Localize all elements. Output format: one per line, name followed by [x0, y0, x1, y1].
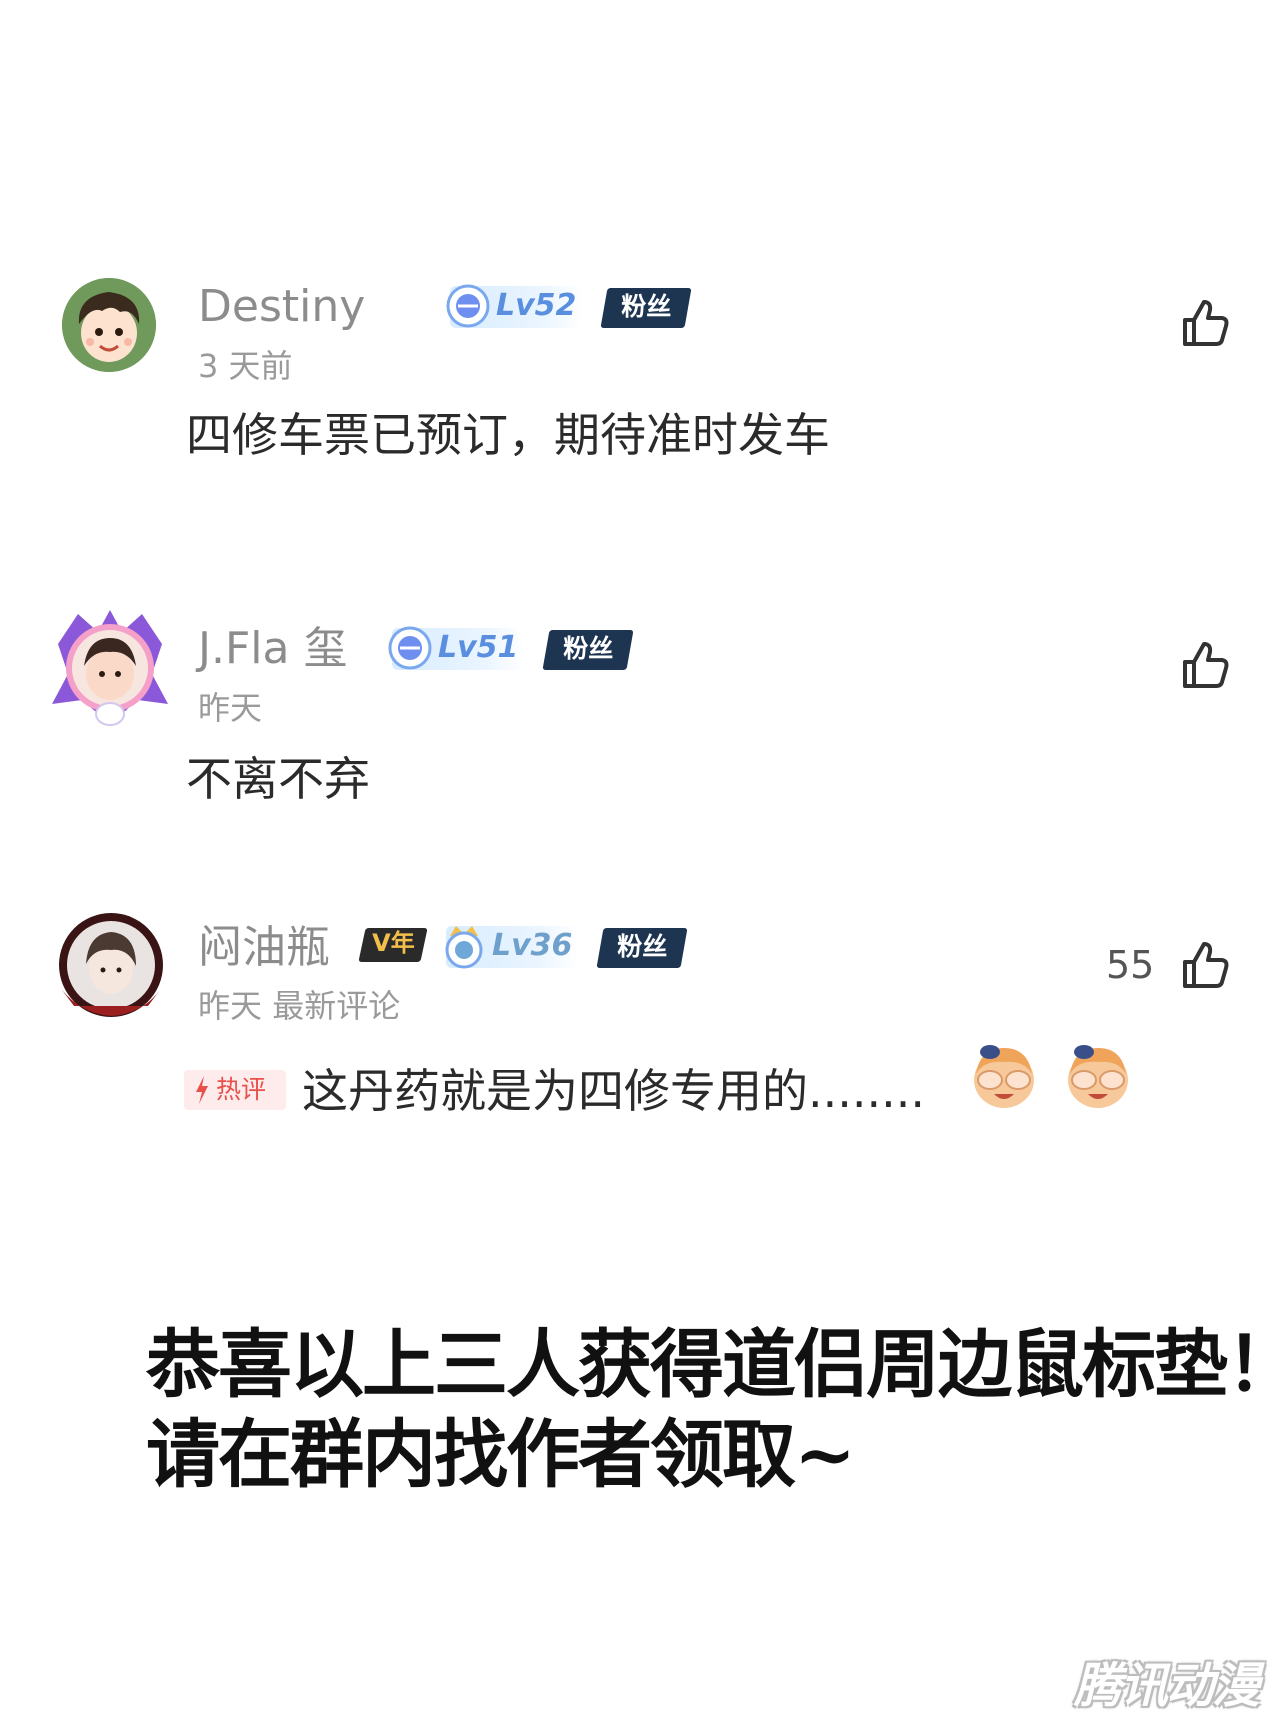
- level-text: Lv36: [492, 928, 573, 963]
- fan-badge-text: 粉丝: [563, 634, 614, 663]
- lightning-icon: [196, 1076, 208, 1104]
- username[interactable]: Destiny: [198, 285, 365, 329]
- announcement-line-1: 恭喜以上三人获得道侣周边鼠标垫！: [146, 1322, 1280, 1408]
- avatar[interactable]: [48, 604, 172, 728]
- hot-tag-text: 热评: [216, 1075, 267, 1104]
- comment-content: 不离不弃: [186, 752, 370, 806]
- level-badge: Lv52: [446, 284, 582, 328]
- thumbs-up-icon[interactable]: [1178, 938, 1232, 992]
- level-badge: Lv51: [388, 626, 524, 670]
- level-text: Lv52: [496, 288, 577, 323]
- fan-badge: 粉丝: [596, 928, 688, 968]
- thumbs-up-icon[interactable]: [1178, 638, 1232, 692]
- covering-eyes-emoji-icon: [1068, 1045, 1128, 1108]
- comment-time: 昨天: [198, 689, 263, 727]
- thumbs-up-icon[interactable]: [1178, 296, 1232, 350]
- comment-time: 3 天前: [198, 347, 293, 385]
- anime-boy-avatar-icon: [59, 913, 163, 1017]
- avatar[interactable]: [52, 910, 170, 1020]
- hot-comment-tag: 热评: [184, 1070, 286, 1110]
- username[interactable]: 闷油瓶: [198, 926, 330, 970]
- username[interactable]: J.Fla 玺: [198, 627, 347, 671]
- avatar[interactable]: [62, 278, 156, 372]
- like-count: 55: [1106, 943, 1155, 987]
- comment-time-value: 昨天: [198, 987, 263, 1025]
- comment-sort-label: 最新评论: [272, 987, 401, 1025]
- fan-badge: 粉丝: [600, 288, 692, 328]
- cartoon-boy-icon: [62, 278, 156, 372]
- vip-badge: V年: [358, 928, 428, 962]
- watermark-logo: 腾讯动漫: [1073, 1658, 1260, 1714]
- announcement-line-2: 请在群内找作者领取~: [146, 1412, 856, 1498]
- level-emblem-icon: [446, 284, 490, 328]
- comment-time: 昨天 最新评论: [198, 990, 400, 1022]
- level-badge: Lv36: [445, 926, 578, 969]
- fan-badge: 粉丝: [542, 630, 634, 670]
- comment-content: 四修车票已预订，期待准时发车: [186, 408, 830, 462]
- comment-content: 这丹药就是为四修专用的........: [302, 1064, 925, 1118]
- level-emblem-icon: [388, 626, 432, 670]
- fan-badge-text: 粉丝: [617, 932, 668, 961]
- level-crown-emblem-icon: [445, 926, 483, 969]
- fan-badge-text: 粉丝: [621, 292, 672, 321]
- vip-badge-text: V年: [372, 929, 415, 957]
- level-text: Lv51: [438, 630, 519, 665]
- avatar-frame-icon: [52, 610, 168, 726]
- covering-eyes-emoji-icon: [974, 1045, 1034, 1108]
